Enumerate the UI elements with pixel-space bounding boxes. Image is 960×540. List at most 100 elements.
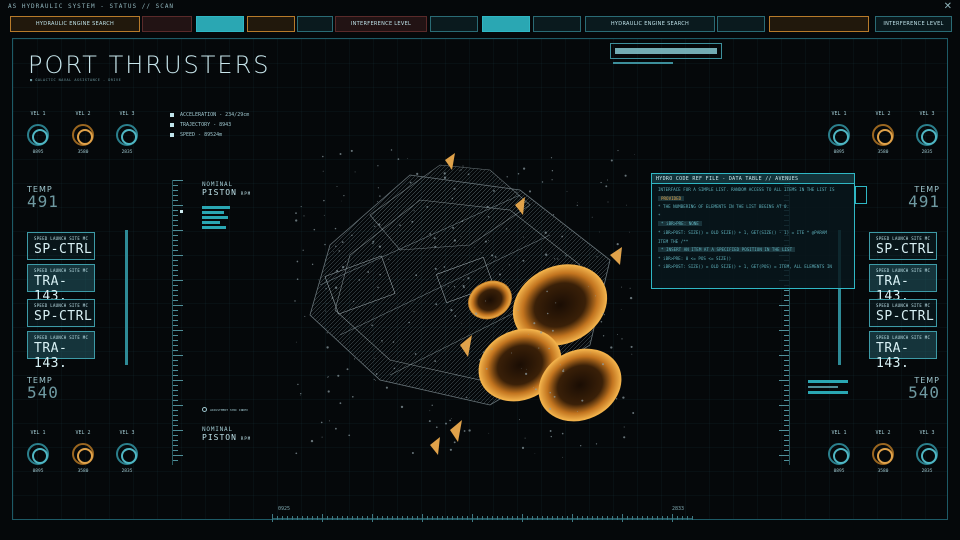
particle <box>297 383 299 386</box>
close-icon[interactable]: ✕ <box>944 1 952 12</box>
topbar-item[interactable] <box>717 16 765 32</box>
particle <box>610 346 613 349</box>
gauge-value: 2835 <box>921 469 933 474</box>
ruler-tick <box>784 410 789 411</box>
bottom-timeline-scale[interactable]: 0925 2833 <box>272 506 693 523</box>
stat-trajectory: TRAJECTORY - 8943 <box>170 120 249 130</box>
topbar-item[interactable]: INTERFERENCE LEVEL <box>335 16 427 32</box>
code-reference-panel[interactable]: HYDRO CODE REF FILE - DATA TABLE // AVEN… <box>651 173 867 289</box>
ruler-tick <box>173 335 178 336</box>
code-line: * iBR>POST: SIZE() = OLD SIZE() + 1, GET… <box>658 264 832 270</box>
particle <box>373 378 375 380</box>
particle <box>311 263 314 266</box>
particle <box>485 300 486 302</box>
velocity-gauge-icon <box>72 124 94 146</box>
code-panel-header: HYDRO CODE REF FILE - DATA TABLE // AVEN… <box>652 174 854 184</box>
particle <box>379 195 381 197</box>
particle <box>400 405 404 409</box>
particle <box>399 224 401 226</box>
nominal-label: NOMINAL <box>202 426 233 433</box>
square-icon <box>170 113 174 117</box>
speed-box-left[interactable]: SPEED LAUNCH SITE MC SP-CTRL <box>27 299 95 327</box>
ruler-tick <box>173 185 178 186</box>
speed-box-right[interactable]: SPEED LAUNCH SITE MC SP-CTRL <box>869 232 937 260</box>
scale-tick <box>362 516 363 520</box>
ruler-tick <box>173 260 178 261</box>
ruler-tick <box>784 395 789 396</box>
speed-box-left[interactable]: SPEED LAUNCH SITE MC TRA-143. <box>27 264 95 304</box>
speed-box-right[interactable]: SPEED LAUNCH SITE MC SP-CTRL <box>869 299 937 327</box>
topbar-item[interactable] <box>297 16 333 32</box>
ruler-tick <box>173 345 178 346</box>
particle <box>601 363 605 366</box>
particle <box>467 173 470 176</box>
ruler-tick <box>173 200 178 201</box>
particle <box>551 170 554 172</box>
ruler-tick <box>779 430 789 431</box>
scale-tick <box>352 516 353 520</box>
ruler-tick <box>784 345 789 346</box>
particle <box>534 388 537 391</box>
particle <box>466 396 468 399</box>
ruler-tick <box>173 250 178 251</box>
ruler-tick <box>173 385 178 386</box>
particle <box>550 435 552 438</box>
scale-tick <box>692 516 693 520</box>
particle <box>533 322 536 325</box>
ruler-tick <box>784 335 789 336</box>
topbar-item[interactable] <box>196 16 244 32</box>
particle <box>379 273 381 276</box>
particle <box>397 158 400 160</box>
particle <box>326 376 328 378</box>
scale-tick <box>597 516 598 520</box>
topbar-item[interactable] <box>247 16 295 32</box>
ruler-tick <box>173 370 178 371</box>
gauge-value: 3580 <box>77 469 89 474</box>
speed-box-right[interactable]: SPEED LAUNCH SITE MC TRA-143. <box>869 331 937 371</box>
scale-tick <box>507 516 508 520</box>
ruler-tick <box>173 190 178 191</box>
scale-tick <box>657 516 658 520</box>
particle <box>411 220 414 223</box>
topbar-item[interactable] <box>769 16 869 32</box>
ruler-tick <box>784 435 789 436</box>
gauge-label: VEL 3 <box>919 111 935 117</box>
speed-box-right[interactable]: SPEED LAUNCH SITE MC TRA-143. <box>869 264 937 304</box>
particle <box>326 332 328 334</box>
scale-tick <box>537 516 538 520</box>
scale-tick <box>342 516 343 520</box>
scale-tick <box>287 516 288 520</box>
particle <box>617 150 619 152</box>
ruler-tick <box>779 405 789 406</box>
speed-box-left[interactable]: SPEED LAUNCH SITE MC SP-CTRL <box>27 232 95 260</box>
scale-tick <box>347 516 348 520</box>
code-line: * THE NUMBERING OF ELEMENTS IN THE LIST … <box>658 204 790 210</box>
particle <box>600 321 603 323</box>
scale-tick <box>532 516 533 520</box>
stat-speed: SPEED - 89524m <box>170 130 249 140</box>
particle <box>447 177 449 179</box>
topbar-item[interactable]: INTERFERENCE LEVEL <box>875 16 952 32</box>
particle <box>623 436 626 439</box>
topbar-item[interactable] <box>533 16 581 32</box>
scale-tick <box>677 516 678 520</box>
ruler-tick <box>784 400 789 401</box>
particle <box>620 309 622 310</box>
square-icon <box>170 133 174 137</box>
particle <box>559 364 561 366</box>
topbar-item[interactable] <box>142 16 192 32</box>
speed-box-left[interactable]: SPEED LAUNCH SITE MC TRA-143. <box>27 331 95 371</box>
scale-tick <box>437 516 438 520</box>
panel-tab[interactable] <box>855 186 867 204</box>
topbar-item[interactable] <box>482 16 530 32</box>
speed-box-label: SPEED LAUNCH SITE MC <box>876 236 931 241</box>
topbar-item[interactable] <box>430 16 478 32</box>
scale-end-label: 2833 <box>672 506 685 512</box>
scale-tick <box>617 516 618 520</box>
scale-tick <box>442 516 443 520</box>
particle <box>450 309 453 312</box>
piston-label: PISTON RPM <box>202 433 252 442</box>
topbar-item[interactable]: HYDRAULIC ENGINE SEARCH <box>585 16 715 32</box>
topbar-item[interactable]: HYDRAULIC ENGINE SEARCH <box>10 16 140 32</box>
particle <box>377 165 379 167</box>
